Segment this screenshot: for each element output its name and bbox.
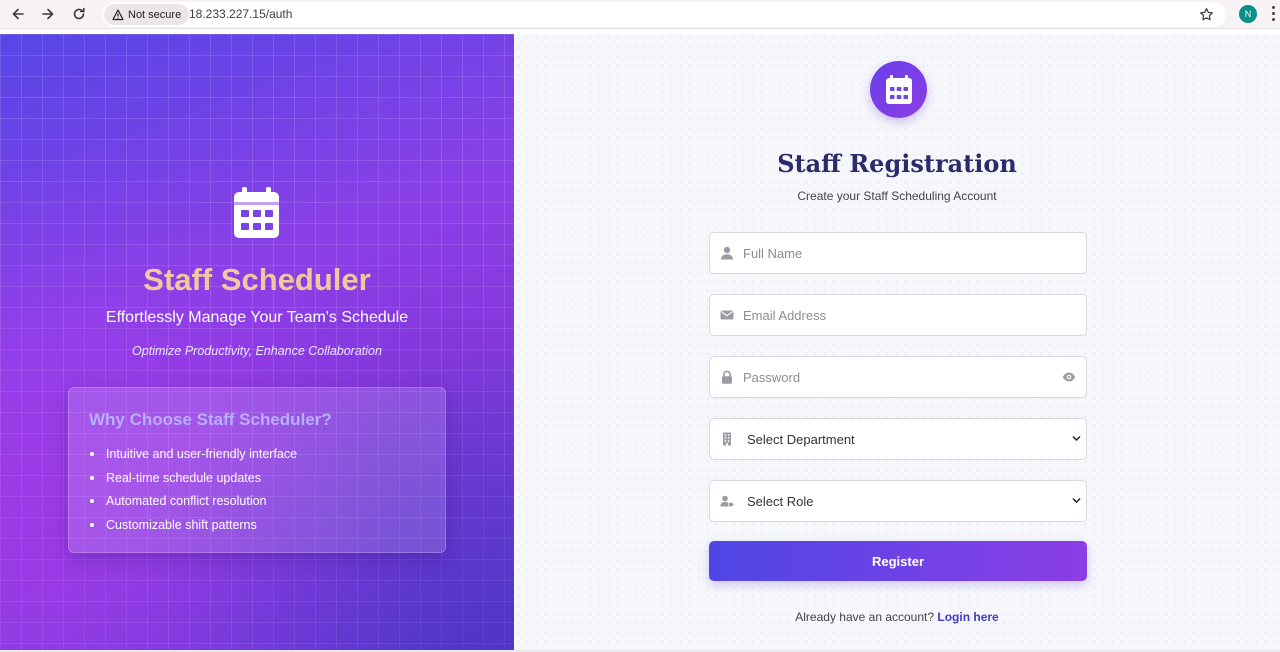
login-prompt-line: Already have an account? Login here xyxy=(514,610,1280,624)
building-icon xyxy=(723,432,731,446)
department-select[interactable]: Select Department xyxy=(709,418,1087,460)
hero-panel: Staff Scheduler Effortlessly Manage Your… xyxy=(0,34,514,650)
feature-item: Real-time schedule updates xyxy=(89,470,297,494)
chevron-down-icon xyxy=(1072,436,1081,441)
envelope-icon xyxy=(720,310,734,320)
reload-icon[interactable] xyxy=(68,4,90,24)
role-select[interactable]: Select Role xyxy=(709,480,1087,522)
user-icon xyxy=(721,246,733,260)
eye-icon[interactable] xyxy=(1062,371,1076,383)
role-select-value: Select Role xyxy=(747,494,814,509)
address-bar[interactable]: Not secure 18.233.227.15/auth xyxy=(102,2,1226,27)
registration-panel: Staff Registration Create your Staff Sch… xyxy=(514,34,1280,650)
password-field[interactable] xyxy=(709,356,1087,398)
star-icon[interactable] xyxy=(1196,4,1216,24)
form-title: Staff Registration xyxy=(777,149,1017,178)
hero-subtitle: Effortlessly Manage Your Team's Schedule xyxy=(105,309,409,326)
url-text[interactable]: 18.233.227.15/auth xyxy=(189,7,292,21)
feature-item: Customizable shift patterns xyxy=(89,517,297,541)
why-heading: Why Choose Staff Scheduler? xyxy=(89,410,332,429)
security-label: Not secure xyxy=(128,8,182,21)
hero-tagline: Optimize Productivity, Enhance Collabora… xyxy=(132,344,382,358)
email-input[interactable] xyxy=(743,295,1063,335)
calendar-icon xyxy=(885,74,912,104)
feature-item: Intuitive and user-friendly interface xyxy=(89,446,297,470)
chevron-down-icon xyxy=(1072,498,1081,503)
form-subtitle: Create your Staff Scheduling Account xyxy=(797,189,997,203)
lock-icon xyxy=(722,370,732,384)
register-button[interactable]: Register xyxy=(709,541,1087,581)
security-chip[interactable]: Not secure xyxy=(104,4,190,25)
feature-item: Automated conflict resolution xyxy=(89,493,297,517)
back-arrow-icon[interactable] xyxy=(7,4,29,24)
department-select-value: Select Department xyxy=(747,432,855,447)
why-choose-card: Why Choose Staff Scheduler? Intuitive an… xyxy=(68,387,446,553)
email-field[interactable] xyxy=(709,294,1087,336)
hero-title: Staff Scheduler xyxy=(143,262,371,297)
feature-list: Intuitive and user-friendly interface Re… xyxy=(89,446,297,540)
forward-arrow-icon[interactable] xyxy=(37,4,59,24)
user-tag-icon xyxy=(720,495,734,507)
login-link[interactable]: Login here xyxy=(937,610,998,624)
logo-badge xyxy=(870,61,927,118)
profile-avatar[interactable]: N xyxy=(1239,5,1257,23)
full-name-input[interactable] xyxy=(743,233,1063,273)
login-prompt: Already have an account? xyxy=(795,610,935,624)
calendar-icon xyxy=(234,187,279,238)
warning-icon xyxy=(112,8,124,20)
kebab-menu-icon[interactable] xyxy=(1270,6,1276,24)
browser-toolbar: Not secure 18.233.227.15/auth N xyxy=(0,0,1280,29)
password-input[interactable] xyxy=(743,357,1063,397)
full-name-field[interactable] xyxy=(709,232,1087,274)
